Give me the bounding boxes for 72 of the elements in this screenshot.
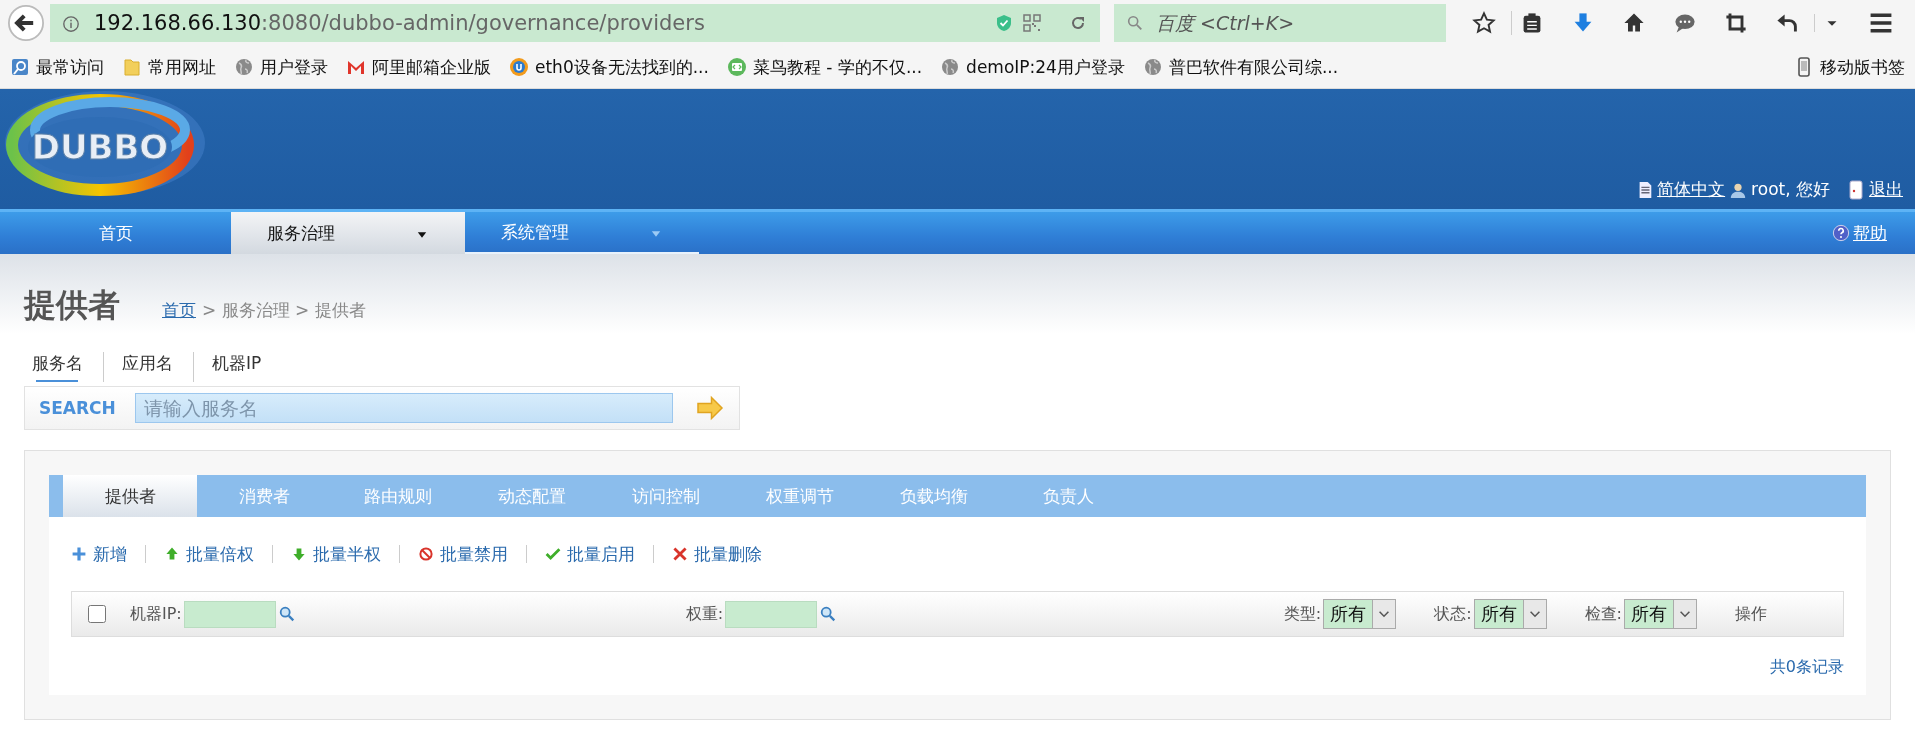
user-greeting: root, 您好 [1751,178,1830,201]
check-icon [545,546,561,562]
search-icon[interactable] [819,605,838,623]
bookmark-item[interactable]: eth0设备无法找到的... [509,55,709,79]
action-link[interactable]: 批量倍权 [145,545,272,563]
ip-field[interactable] [183,600,276,628]
column-header: 操作 [1735,603,1767,625]
bookmark-item[interactable]: 最常访问 [10,55,104,79]
filter-label: 权重: [685,603,724,625]
filter-label: 状态: [1434,603,1472,625]
search-icon [1126,14,1144,32]
cross-icon [672,546,688,562]
bookmark-item[interactable]: 阿里邮箱企业版 [346,55,491,79]
filter-label: 类型: [1283,603,1322,625]
search-label: SEARCH [39,398,117,418]
filter-label: 检查: [1584,603,1622,625]
star-icon[interactable] [1472,11,1496,35]
bookmark-item[interactable]: demoIP:24用户登录 [940,55,1125,79]
action-link[interactable]: 批量禁用 [399,545,526,563]
bookmark-item[interactable]: 移动版书签 [1794,55,1905,79]
folder-icon [122,57,142,77]
nav-item[interactable]: 服务治理 [231,212,465,254]
dropdown[interactable]: 所有 [1323,599,1397,629]
search-icon[interactable] [277,605,296,623]
globe-icon [940,57,961,77]
chevron-down-icon [1673,600,1696,628]
badge-icon [509,57,529,77]
back-icon[interactable] [8,5,44,41]
dropdown[interactable]: 所有 [1473,599,1547,629]
bookmark-item[interactable]: 普巴软件有限公司综... [1142,55,1339,79]
chevron-down-icon [1372,600,1396,628]
search-tab[interactable]: 机器IP [212,352,282,382]
dropdown[interactable]: 所有 [1624,599,1697,629]
breadcrumb-link[interactable]: 首页 [162,299,196,322]
search-input[interactable]: 百度 <Ctrl+K> [1154,11,1428,35]
search-field[interactable]: 百度 <Ctrl+K> [1114,4,1446,42]
prohibited-icon [418,546,434,562]
arrow-down-icon [291,546,307,562]
page-title: 提供者 [24,285,121,326]
info-icon [62,14,80,32]
globe-icon [1142,57,1163,77]
filter-label: 机器IP: [130,603,182,625]
record-count: 共0条记录 [1769,657,1844,678]
qr-code-icon[interactable] [1022,13,1042,33]
select-all-checkbox[interactable] [88,605,106,623]
plus-icon [71,546,87,562]
tab[interactable]: 提供者 [63,475,197,517]
chevron-down-icon [1522,600,1546,628]
language-link[interactable]: 简体中文 [1636,178,1726,201]
breadcrumb-text: > 服务治理 > 提供者 [202,299,366,322]
help-icon [1832,224,1850,242]
nav-item[interactable]: 首页 [0,212,231,254]
bookmark-item[interactable]: 常用网址 [122,55,216,79]
frequent-icon [10,57,30,77]
door-icon [1846,179,1866,200]
crop-icon[interactable] [1724,11,1748,35]
bookmark-item[interactable]: 用户登录 [234,55,328,79]
search-tab[interactable]: 应用名 [122,352,194,382]
action-link[interactable]: 新增 [71,545,145,563]
weight-field[interactable] [725,600,818,628]
search-field[interactable]: 请输入服务名 [135,393,673,423]
action-link[interactable]: 批量启用 [526,545,653,563]
action-link[interactable]: 批量删除 [653,545,780,563]
code-icon [726,57,747,77]
logout-link[interactable]: 退出 [1846,178,1903,201]
action-link[interactable]: 批量半权 [272,545,399,563]
globe-icon [234,57,254,77]
bookmark-item[interactable]: 菜鸟教程 - 学的不仅... [726,55,923,79]
search-tab[interactable]: 服务名 [32,352,104,382]
help-link[interactable]: 帮助 [1832,221,1915,245]
address-bar[interactable]: 192.168.66.130:8080/dubbo-admin/governance/providers [50,4,1100,42]
arrow-up-icon [164,546,180,562]
